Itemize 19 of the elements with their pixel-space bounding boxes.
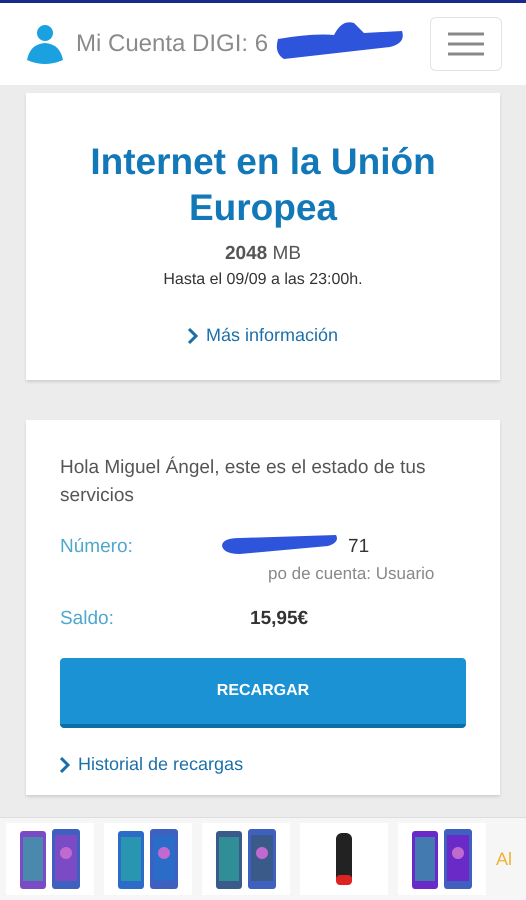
menu-button[interactable] [430,17,502,71]
data-amount: 2048 MB [224,243,302,265]
history-link[interactable]: Historial de recargas [60,754,466,775]
validity-text: Hasta el 09/09 a las 23:00h. [163,271,363,289]
field-value: 71 [348,536,370,558]
recharge-button[interactable]: RECARGAR [60,658,466,728]
field-label: Saldo: [60,608,115,630]
more-info-link[interactable]: Más información [188,325,338,346]
ad-text: Al [496,848,512,870]
user-icon [26,24,64,64]
field-value: 15,95€ [250,608,308,630]
promo-title: Internet en la Unión Europea [89,140,437,230]
greeting-text: Hola Miguel Ángel, este es el estado de tus servicios [60,456,426,508]
menu-icon [448,32,484,56]
account-type-text: po de cuenta: Usuario [268,564,434,584]
chevron-icon [188,328,198,344]
account-title: Mi Cuenta DIGI: 6 [76,30,268,58]
chevron-icon [60,756,70,772]
field-label: Número: [60,536,134,559]
